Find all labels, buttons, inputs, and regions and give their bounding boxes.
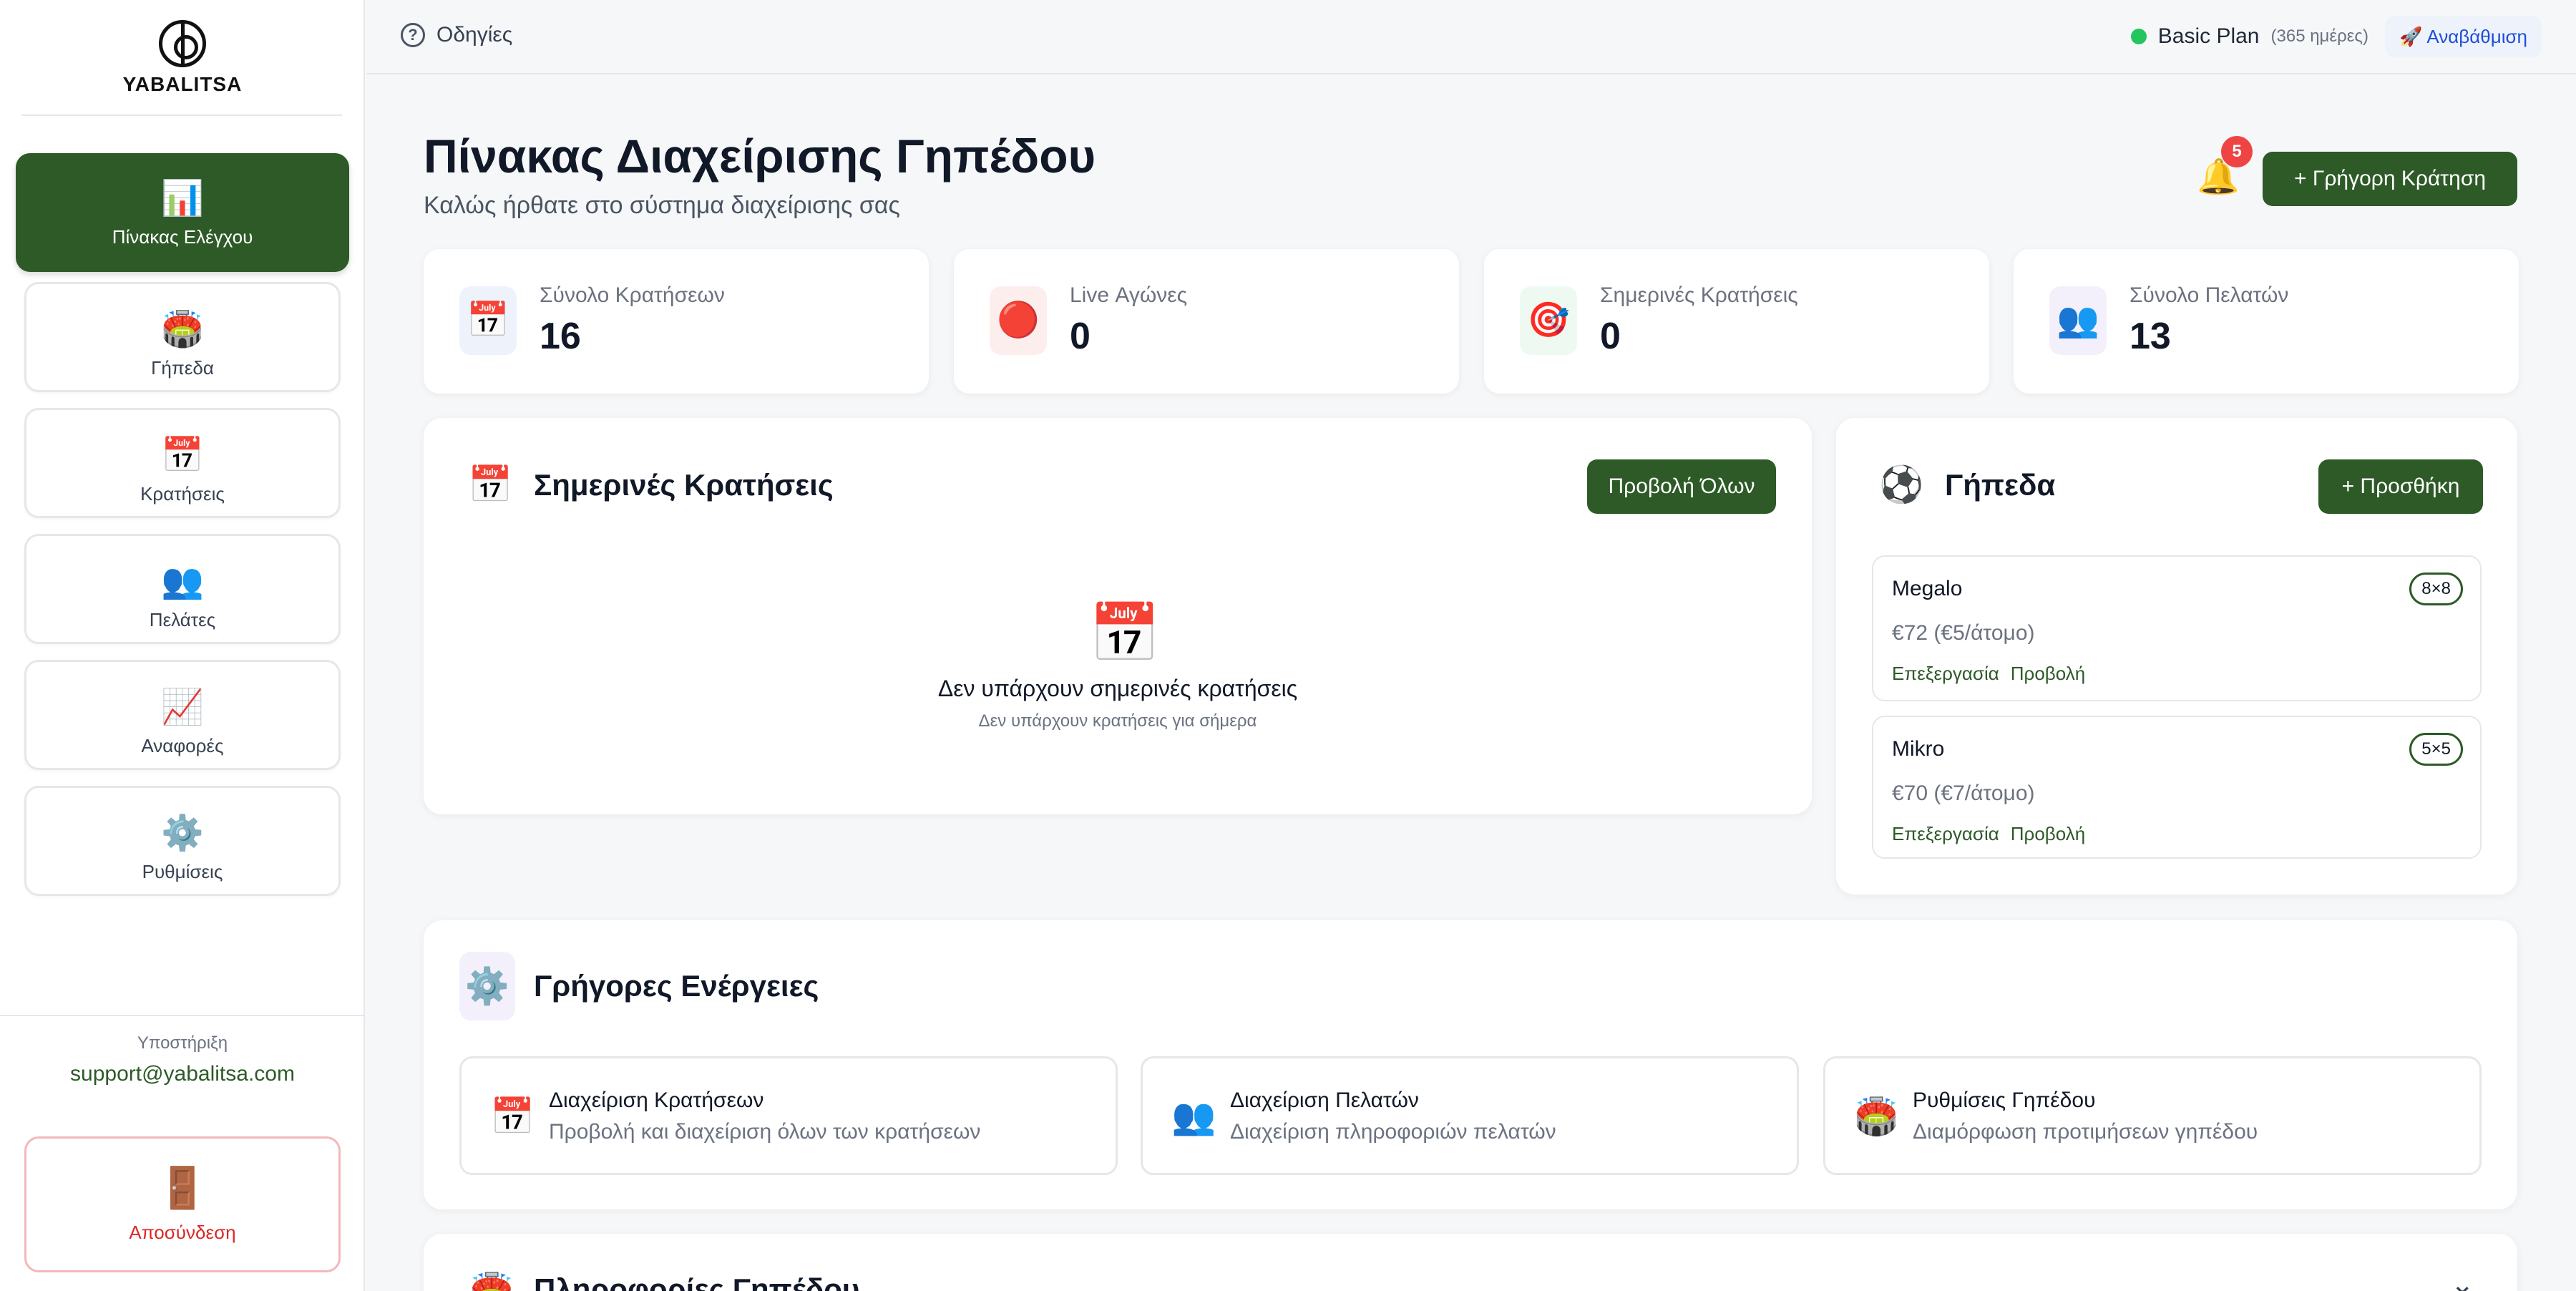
add-court-button[interactable]: + Προσθήκη: [2318, 459, 2483, 514]
target-icon: 🎯: [1520, 286, 1577, 355]
page-subtitle: Καλώς ήρθατε στο σύστημα διαχείρισης σας: [424, 192, 900, 219]
stat-value: 0: [1600, 316, 1621, 357]
stat-label: Live Αγώνες: [1070, 283, 1188, 307]
action-title: Διαχείριση Κρατήσεων: [549, 1088, 764, 1112]
divider: [21, 115, 342, 116]
view-all-button[interactable]: Προβολή Όλων: [1587, 459, 1776, 514]
stat-label: Σημερινές Κρατήσεις: [1600, 283, 1798, 307]
stat-value: 13: [2129, 316, 2171, 357]
court-size-badge: 8×8: [2409, 573, 2463, 605]
sidebar-item-label: Πίνακας Ελέγχου: [112, 226, 253, 248]
court-info-title: Πληροφορίες Γηπέδου: [534, 1272, 860, 1291]
support-label: Υποστήριξη: [137, 1033, 228, 1053]
stat-label: Σύνολο Πελατών: [2129, 283, 2289, 307]
plan-indicator: Basic Plan (365 ημέρες): [2130, 24, 2369, 49]
sidebar: YABALITSA 📊 Πίνακας Ελέγχου 🏟️ Γήπεδα 📅 …: [0, 0, 365, 1291]
sidebar-item-courts[interactable]: 🏟️ Γήπεδα: [24, 282, 341, 392]
status-dot-icon: [2130, 29, 2147, 44]
calendar-icon: 📅: [490, 1096, 535, 1136]
calendar-icon: 📅: [459, 286, 517, 355]
topbar: ? Οδηγίες Basic Plan (365 ημέρες) 🚀 Αναβ…: [366, 0, 2576, 74]
users-icon: 👥: [161, 562, 204, 600]
stat-value: 0: [1070, 316, 1091, 357]
courts-title: Γήπεδα: [1945, 468, 2056, 502]
sidebar-item-bookings[interactable]: 📅 Κρατήσεις: [24, 408, 341, 518]
sidebar-item-dashboard[interactable]: 📊 Πίνακας Ελέγχου: [16, 153, 349, 272]
support-email-link[interactable]: support@yabalitsa.com: [0, 1062, 365, 1086]
upgrade-button[interactable]: 🚀 Αναβάθμιση: [2385, 16, 2542, 57]
action-description: Διαχείριση πληροφοριών πελατών: [1230, 1120, 1556, 1144]
sidebar-item-label: Κρατήσεις: [140, 483, 225, 505]
sidebar-item-settings[interactable]: ⚙️ Ρυθμίσεις: [24, 786, 341, 896]
sidebar-item-label: Γήπεδα: [151, 357, 214, 379]
chart-icon: 📊: [161, 180, 204, 218]
sidebar-item-label: Αναφορές: [141, 735, 224, 756]
manage-bookings-action[interactable]: 📅 Διαχείριση Κρατήσεων Προβολή και διαχε…: [459, 1056, 1118, 1175]
stat-card-today-bookings: 🎯 Σημερινές Κρατήσεις 0: [1484, 249, 1989, 394]
logout-button[interactable]: 🚪 Αποσύνδεση: [24, 1136, 341, 1272]
soccer-ball-icon: ⚽: [1879, 464, 1924, 505]
court-info-panel: 🏟️ Πληροφορίες Γηπέδου ⌄: [424, 1234, 2517, 1291]
football-logo-icon: [159, 20, 206, 67]
court-actions: Επεξεργασία Προβολή: [1892, 823, 2085, 845]
stat-card-live-matches: 🔴 Live Αγώνες 0: [954, 249, 1459, 394]
help-label: Οδηγίες: [436, 23, 513, 47]
court-price: €72 (€5/άτομο): [1892, 621, 2035, 645]
empty-state-subtitle: Δεν υπάρχουν κρατήσεις για σήμερα: [978, 711, 1257, 731]
court-name: Mikro: [1892, 737, 1945, 761]
plan-days: (365 ημέρες): [2270, 26, 2369, 46]
stat-card-total-customers: 👥 Σύνολο Πελατών 13: [2014, 249, 2519, 394]
stadium-icon: 🏟️: [1854, 1096, 1899, 1136]
support-section: Υποστήριξη support@yabalitsa.com: [0, 1015, 365, 1086]
edit-court-link[interactable]: Επεξεργασία: [1892, 823, 1999, 845]
gear-icon: ⚙️: [459, 952, 515, 1020]
question-circle-icon: ?: [401, 23, 425, 47]
stadium-icon: 🏟️: [161, 311, 204, 349]
notification-badge: 5: [2221, 136, 2253, 167]
plan-name: Basic Plan: [2157, 24, 2260, 48]
action-description: Προβολή και διαχείριση όλων των κρατήσεω…: [549, 1120, 981, 1144]
action-title: Διαχείριση Πελατών: [1230, 1088, 1419, 1112]
court-size-badge: 5×5: [2409, 733, 2463, 766]
users-icon: 👥: [1171, 1096, 1216, 1136]
action-title: Ρυθμίσεις Γηπέδου: [1913, 1088, 2096, 1112]
logo[interactable]: YABALITSA: [0, 20, 365, 96]
action-description: Διαμόρφωση προτιμήσεων γηπέδου: [1913, 1120, 2258, 1144]
logo-text: YABALITSA: [122, 73, 243, 95]
trend-chart-icon: 📈: [161, 688, 204, 726]
chevron-down-icon[interactable]: ⌄: [2450, 1268, 2474, 1291]
logout-label: Αποσύνδεση: [129, 1222, 236, 1243]
calendar-icon: 📅: [468, 464, 513, 505]
red-circle-icon: 🔴: [990, 286, 1047, 355]
stat-value: 16: [540, 316, 581, 357]
manage-customers-action[interactable]: 👥 Διαχείριση Πελατών Διαχείριση πληροφορ…: [1141, 1056, 1799, 1175]
court-price: €70 (€7/άτομο): [1892, 781, 2035, 805]
sidebar-item-label: Ρυθμίσεις: [142, 861, 223, 882]
today-bookings-title: Σημερινές Κρατήσεις: [534, 468, 834, 502]
court-actions: Επεξεργασία Προβολή: [1892, 663, 2085, 685]
quick-booking-button[interactable]: + Γρήγορη Κράτηση: [2263, 152, 2517, 206]
calendar-icon: 📅: [161, 437, 204, 474]
quick-actions-title: Γρήγορες Ενέργειες: [534, 969, 819, 1003]
stat-label: Σύνολο Κρατήσεων: [540, 283, 725, 307]
calendar-icon: 📅: [1089, 601, 1161, 665]
stadium-icon: 🏟️: [469, 1271, 514, 1291]
court-card[interactable]: Megalo 8×8 €72 (€5/άτομο) Επεξεργασία Πρ…: [1872, 555, 2482, 701]
door-icon: 🚪: [157, 1165, 208, 1210]
view-court-link[interactable]: Προβολή: [2011, 663, 2085, 685]
empty-state-title: Δεν υπάρχουν σημερινές κρατήσεις: [937, 676, 1298, 701]
sidebar-item-label: Πελάτες: [149, 609, 216, 630]
view-court-link[interactable]: Προβολή: [2011, 823, 2085, 845]
court-name: Megalo: [1892, 577, 1963, 600]
sidebar-item-customers[interactable]: 👥 Πελάτες: [24, 534, 341, 644]
page-title: Πίνακας Διαχείρισης Γηπέδου: [424, 130, 1096, 182]
gear-icon: ⚙️: [161, 814, 204, 852]
stat-card-total-bookings: 📅 Σύνολο Κρατήσεων 16: [424, 249, 929, 394]
court-settings-action[interactable]: 🏟️ Ρυθμίσεις Γηπέδου Διαμόρφωση προτιμήσ…: [1823, 1056, 2482, 1175]
sidebar-item-reports[interactable]: 📈 Αναφορές: [24, 660, 341, 770]
court-card[interactable]: Mikro 5×5 €70 (€7/άτομο) Επεξεργασία Προ…: [1872, 716, 2482, 859]
users-icon: 👥: [2049, 286, 2107, 355]
edit-court-link[interactable]: Επεξεργασία: [1892, 663, 1999, 685]
help-link[interactable]: ? Οδηγίες: [401, 23, 512, 47]
